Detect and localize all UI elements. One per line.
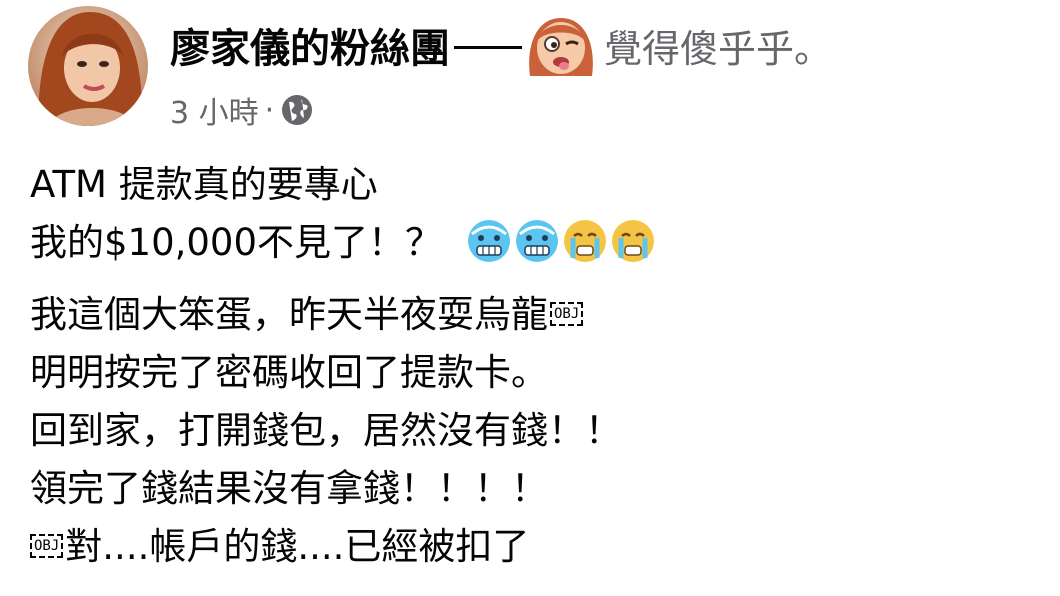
post-line: 我這個大笨蛋，昨天半夜耍烏龍 OBJ [30, 286, 1030, 344]
post-line: OBJ 對....帳戶的錢....已經被扣了 [30, 518, 1030, 576]
post-line: ATM 提款真的要專心 [30, 163, 378, 206]
cold-face-icon [515, 219, 558, 262]
post-timestamp[interactable]: 3 小時 [170, 88, 259, 132]
post-line-text: 我這個大笨蛋，昨天半夜耍烏龍 [30, 293, 548, 336]
post-line-text: 我的$10,000不見了！？ [30, 221, 443, 264]
post-paragraph-1: ATM 提款真的要專心 我的$10,000不見了！？ [30, 156, 1030, 272]
post-body: ATM 提款真的要專心 我的$10,000不見了！？ 我這個大笨蛋，昨天半夜耍烏… [30, 156, 1030, 576]
post-line: 回到家，打開錢包，居然沒有錢！！ [30, 409, 622, 452]
post-line-text: 對....帳戶的錢....已經被扣了 [65, 525, 530, 568]
post-paragraph-2: 我這個大笨蛋，昨天半夜耍烏龍 OBJ 明明按完了密碼收回了提款卡。 回到家，打開錢… [30, 286, 1030, 576]
globe-icon[interactable] [280, 93, 314, 127]
emoji-row [466, 218, 658, 264]
post-line-with-emojis: 我的$10,000不見了！？ [30, 214, 1030, 272]
crying-face-icon [611, 219, 654, 262]
feeling-text: 覺得傻乎乎。 [604, 26, 833, 71]
obj-placeholder: OBJ [30, 533, 64, 558]
post-line: 明明按完了密碼收回了提款卡。 [30, 351, 548, 394]
post-line: 領完了錢結果沒有拿錢！！！！ [30, 467, 548, 510]
post-header: 廖家儀的粉絲團 覺得傻乎乎。 [170, 14, 832, 76]
author-name[interactable]: 廖家儀的粉絲團 [170, 16, 450, 74]
avatar[interactable] [28, 6, 148, 126]
profile-photo [28, 6, 148, 126]
feeling-dash [454, 45, 522, 49]
post-meta: 3 小時 · [170, 88, 314, 132]
obj-placeholder: OBJ [550, 301, 584, 326]
meta-separator: · [264, 92, 275, 128]
crying-face-icon [563, 219, 606, 262]
cold-face-icon [467, 219, 510, 262]
silly-face-icon [529, 18, 593, 76]
